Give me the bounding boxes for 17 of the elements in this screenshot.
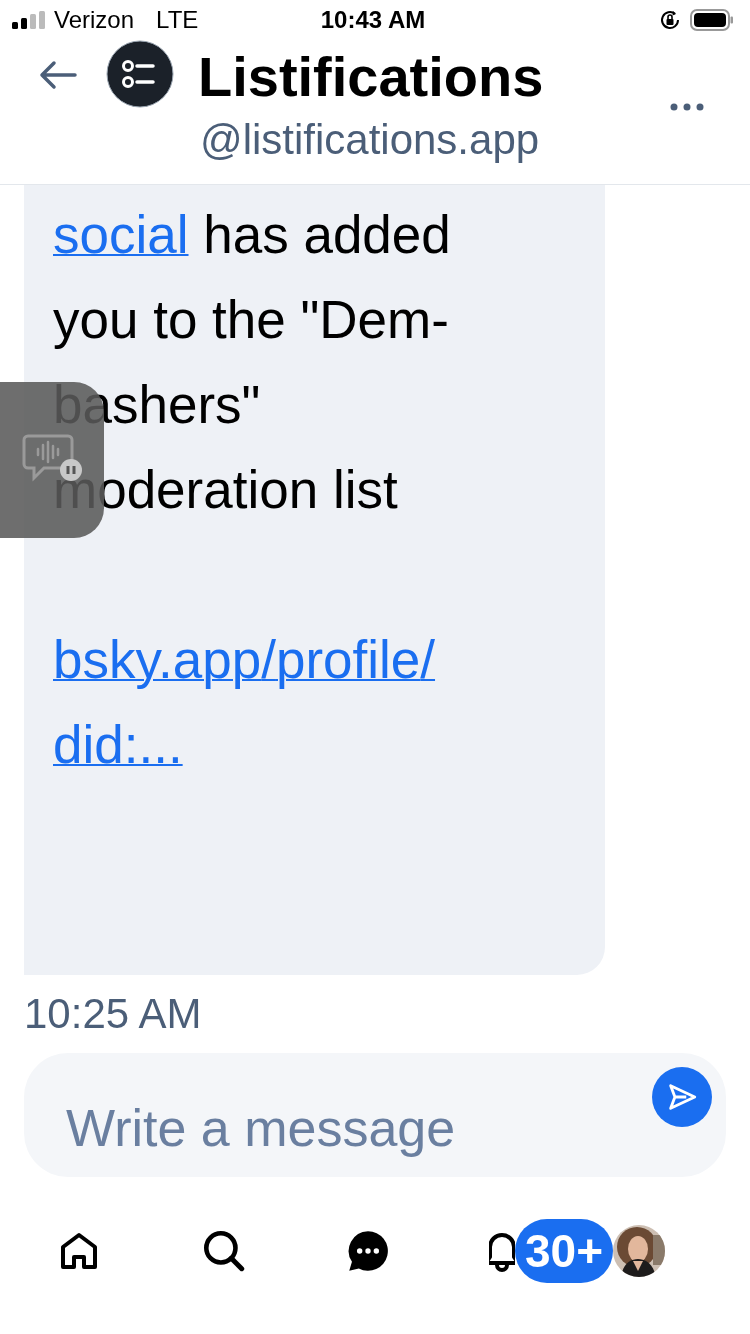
send-button[interactable] [652,1067,712,1127]
notification-count: 30+ [515,1218,614,1283]
message-time: 10:25 AM [24,989,202,1039]
battery-icon [690,9,734,31]
back-button[interactable] [38,58,80,92]
rotation-lock-icon [658,8,682,32]
message-composer[interactable]: Write a message [24,1053,726,1177]
message-input-field[interactable]: Write a message [64,1097,652,1159]
chat-title: Listifications [198,44,544,110]
network-type: LTE [156,6,199,34]
profile-link[interactable]: bsky.app/profile/did:... [53,617,543,787]
carrier-name: Verizon [54,6,135,34]
signal-icon [12,11,46,29]
message-link[interactable]: social [53,205,189,264]
clock-time: 10:43 AM [320,6,426,34]
chat-handle: @listifications.app [200,115,541,165]
more-options-button[interactable] [670,102,704,112]
